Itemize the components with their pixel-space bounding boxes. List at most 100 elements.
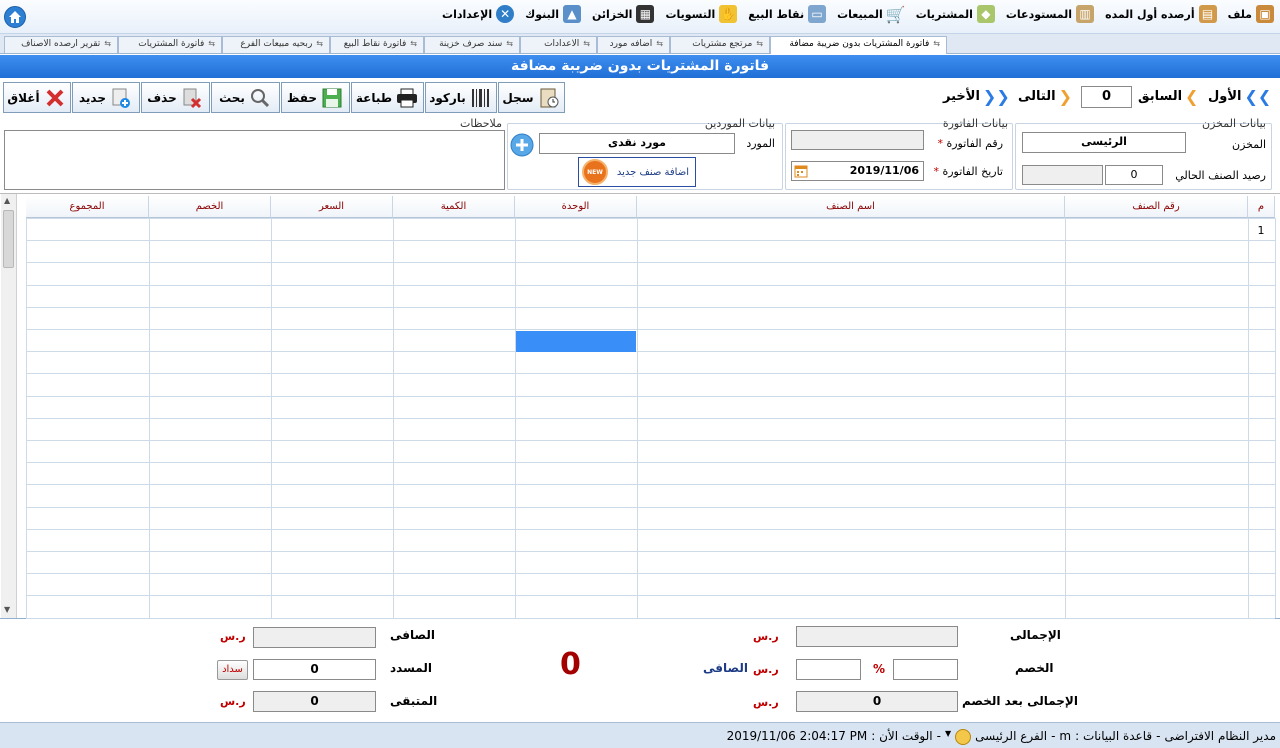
warehouse-label: المخزن: [1231, 138, 1266, 151]
column-header-item-number[interactable]: رقم الصنف: [1065, 196, 1248, 218]
grid-column-line: [1248, 218, 1249, 618]
nav-previous[interactable]: ❯ السابق: [1138, 87, 1198, 106]
column-header-discount[interactable]: الخصم: [149, 196, 271, 218]
remaining-currency: ر.س: [220, 695, 246, 708]
total-after-discount-value: 0: [796, 691, 958, 712]
menu-item-file[interactable]: ▣ ملف: [1228, 5, 1274, 23]
save-button[interactable]: حفظ: [281, 82, 350, 113]
close-x-icon: [43, 86, 67, 110]
menu-item-opening-balance[interactable]: ▤ أرصده أول المده: [1105, 5, 1217, 23]
menu-item-settlements[interactable]: ✋ التسويات: [665, 5, 738, 23]
supplier-select[interactable]: مورد نقدى: [539, 133, 735, 154]
close-button[interactable]: أغلاق: [3, 82, 71, 113]
grid-row-line: [26, 462, 1275, 463]
barcode-icon: [469, 86, 493, 110]
column-header-price[interactable]: السعر: [271, 196, 393, 218]
items-grid: [0, 193, 1280, 619]
warehouse-select[interactable]: الرئيسى: [1022, 132, 1186, 153]
chevron-right-icon: ❯: [1185, 87, 1199, 106]
menubar: ▣ ملف ▤ أرصده أول المده ▥ المستودعات ◆ المشت…: [0, 0, 1280, 34]
grid-row-line: [26, 396, 1275, 397]
column-header-row-number[interactable]: م: [1248, 196, 1275, 218]
menu-item-safes[interactable]: ▦ الخزائن: [592, 5, 655, 23]
pin-icon: ⇆: [506, 39, 513, 48]
settlements-icon: ✋: [719, 5, 738, 23]
log-clock-icon: [537, 86, 561, 110]
tab-purchase-invoice-no-vat[interactable]: ⇆فاتورة المشتريات بدون ضريبة مضافة: [770, 36, 947, 54]
row-number-cell: 1: [1257, 224, 1265, 237]
column-header-unit[interactable]: الوحدة: [515, 196, 637, 218]
pin-icon: ⇆: [656, 39, 663, 48]
sales-cart-icon: 🛒: [885, 4, 906, 24]
log-button[interactable]: سجل: [498, 82, 565, 113]
menu-item-sales[interactable]: 🛒 المبيعات: [837, 4, 906, 24]
discount-label: الخصم: [1015, 661, 1054, 675]
user-face-icon[interactable]: [955, 729, 972, 745]
percent-sign: %: [873, 662, 886, 676]
barcode-button[interactable]: باركود: [425, 82, 497, 113]
floppy-save-icon: [320, 86, 344, 110]
settings-tools-icon: ✕: [496, 5, 515, 23]
grid-vertical-scrollbar[interactable]: ▲ ▼: [1, 194, 17, 618]
delete-icon: [180, 86, 204, 110]
delete-button[interactable]: حذف: [141, 82, 210, 113]
paid-input[interactable]: 0: [253, 659, 376, 680]
nav-first[interactable]: ❯❯ الأول: [1208, 87, 1271, 106]
column-header-item-name[interactable]: اسم الصنف: [637, 196, 1065, 218]
grid-row-line: [26, 262, 1275, 263]
menu-item-purchases[interactable]: ◆ المشتريات: [916, 5, 995, 23]
tab-purchase-invoice[interactable]: ⇆فاتورة المشتريات: [118, 36, 222, 53]
notes-textarea[interactable]: [4, 130, 505, 190]
invoice-number-input[interactable]: [791, 130, 924, 150]
tab-pos-invoice[interactable]: ⇆فاتورة نقاط البيع: [330, 36, 424, 53]
dropdown-arrow-icon[interactable]: ▼: [945, 729, 951, 745]
invoice-group-label: بيانات الفاتورة: [942, 117, 1008, 130]
column-header-total[interactable]: المجموع: [26, 196, 149, 218]
grid-column-line: [393, 218, 394, 618]
grid-row-line: [26, 351, 1275, 352]
net-label: الصافى: [390, 628, 435, 642]
scrollbar-thumb[interactable]: [3, 210, 14, 268]
pay-button[interactable]: سداد: [217, 660, 248, 680]
invoice-date-label: تاريخ الفاتورة *: [933, 165, 1003, 178]
menu-item-pos[interactable]: ▭ نقاط البيع: [748, 5, 827, 23]
grid-row-line: [26, 240, 1275, 241]
calendar-icon[interactable]: [794, 164, 808, 181]
menu-list: ▣ ملف ▤ أرصده أول المده ▥ المستودعات ◆ المشت…: [442, 4, 1274, 24]
nav-last[interactable]: ❮❮ الأخير: [943, 87, 1010, 106]
column-header-quantity[interactable]: الكمية: [393, 196, 515, 218]
menu-item-settings[interactable]: ✕ الإعدادات: [442, 5, 515, 23]
menu-item-banks[interactable]: ▲ البنوك: [525, 5, 581, 23]
tab-branch-sales-profit[interactable]: ⇆ربحيه مبيعات الفرع: [222, 36, 330, 53]
menu-item-warehouses[interactable]: ▥ المستودعات: [1006, 5, 1095, 23]
tab-items-balance-report[interactable]: ⇆تقرير ارصده الاصناف: [4, 36, 118, 53]
pin-icon: ⇆: [933, 39, 940, 48]
grid-row-line: [26, 573, 1275, 574]
current-balance-value: 0: [1105, 165, 1163, 185]
discount-amount-input[interactable]: [796, 659, 861, 680]
record-number-input[interactable]: 0: [1081, 86, 1132, 108]
invoice-date-input[interactable]: 2019/11/06: [791, 161, 924, 181]
print-button[interactable]: طباعة: [351, 82, 424, 113]
total-currency: ر.س: [753, 630, 779, 643]
warehouse-icon: ▥: [1076, 5, 1095, 23]
new-button[interactable]: جديد: [72, 82, 140, 113]
paid-label: المسدد: [390, 661, 432, 675]
warehouse-group-label: بيانات المخزن: [1201, 117, 1266, 130]
grid-column-line: [1275, 218, 1276, 618]
tab-purchase-returns[interactable]: ⇆مرتجع مشتريات: [670, 36, 770, 53]
nav-next[interactable]: ❮ التالى: [1018, 87, 1072, 106]
tab-cash-payment-voucher[interactable]: ⇆سند صرف خزينة: [424, 36, 520, 53]
double-chevron-left-icon: ❮❮: [982, 87, 1010, 106]
status-time-label: الوقت الأن :: [871, 729, 933, 743]
scroll-down-arrow-icon[interactable]: ▼: [4, 605, 10, 614]
selected-unit-cell[interactable]: [516, 331, 636, 352]
discount-percent-input[interactable]: [893, 659, 958, 680]
tab-add-supplier[interactable]: ⇆اضافه مورد: [597, 36, 670, 53]
tab-settings[interactable]: ⇆الاعدادات: [520, 36, 597, 53]
purchases-icon: ◆: [976, 5, 995, 23]
search-button[interactable]: بحث: [211, 82, 280, 113]
add-supplier-plus-icon[interactable]: [510, 133, 534, 160]
scroll-up-arrow-icon[interactable]: ▲: [4, 196, 10, 205]
home-button[interactable]: [4, 6, 26, 28]
